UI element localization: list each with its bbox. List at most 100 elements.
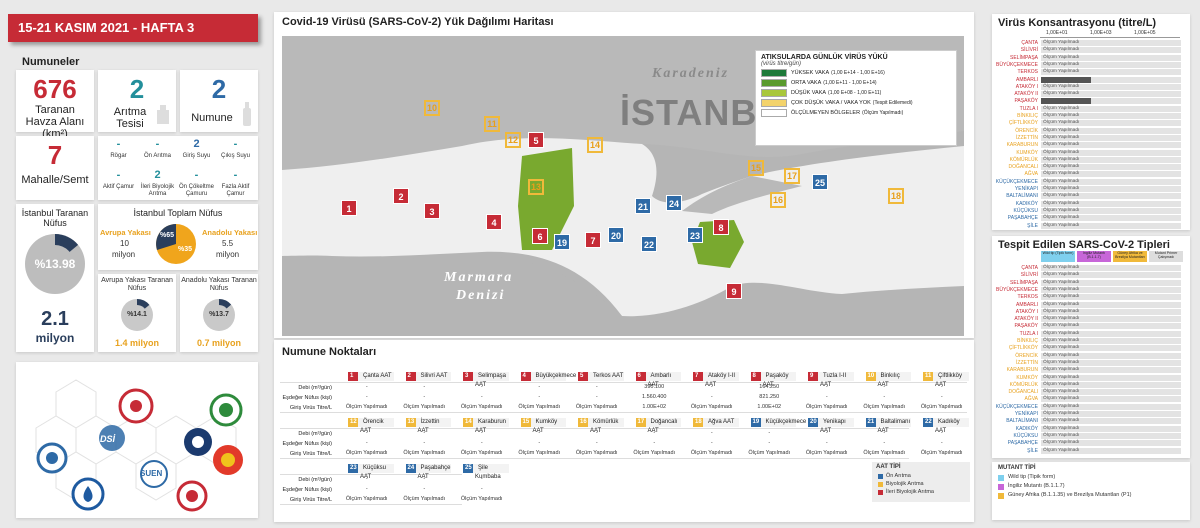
station-header[interactable]: 1 Çanta AAT [348,372,394,381]
aat-type-legend: AAT TİPİ Ön Arıtma Biyolojik Arıtma İleri … [872,462,970,502]
europe-scanned-card: Avrupa Yakası Taranan Nüfus %14.1 1.4 mi… [98,274,176,352]
marker-13[interactable]: 13 [528,179,544,195]
not-measured: Ölçüm Yapılmadı [1043,279,1080,285]
station-list-bar: Ölçüm Yapılmadı [1041,403,1181,410]
station-value: Ölçüm Yapılmadı [920,450,963,456]
marker-10[interactable]: 10 [424,100,440,116]
marker-3[interactable]: 3 [424,203,440,219]
marker-9[interactable]: 9 [726,283,742,299]
scanned-title: İstanbul Taranan Nüfus [21,208,89,228]
aat-swatch [878,474,883,479]
station-list-bar: Ölçüm Yapılmadı [1041,54,1181,61]
station-list-name: AMBARLI [1016,301,1038,308]
asia-scanned-value: 0.7 milyon [196,338,241,348]
station-list-bar: Ölçüm Yapılmadı [1041,294,1181,301]
marker-2[interactable]: 2 [393,188,409,204]
marker-16[interactable]: 16 [770,192,786,208]
station-value: - [538,440,541,446]
marker-15[interactable]: 15 [748,160,764,176]
station-list-bar: Ölçüm Yapılmadı [1041,164,1181,171]
station-value: Ölçüm Yapılmadı [575,404,618,410]
marker-18[interactable]: 18 [888,188,904,204]
marker-4[interactable]: 4 [486,214,502,230]
station-value: - [710,430,713,436]
marker-24[interactable]: 24 [666,195,682,211]
station-header[interactable]: 22 Kadıköy AAT [923,418,969,434]
station-header[interactable]: 17 Doğancalı AAT [635,418,681,434]
station-header[interactable]: 25 Şile Kumbaba [463,464,509,480]
conc-axis [1040,37,1180,38]
station-header[interactable]: 14 Karaburun AAT [463,418,509,434]
station-header[interactable]: 18 Ağva AAT [693,418,739,427]
station-header[interactable]: 2 Silivri AAT [405,372,451,381]
station-header[interactable]: 15 Kumköy AAT [520,418,566,434]
station-list-bar: Ölçüm Yapılmadı [1041,171,1181,178]
station-value: - [365,384,368,390]
not-measured: Ölçüm Yapılmadı [1043,432,1080,438]
station-list-bar: Ölçüm Yapılmadı [1041,193,1181,200]
marker-6[interactable]: 6 [532,228,548,244]
station-number: 16 [580,419,587,425]
station-header[interactable]: 16 Kömürlük AAT [578,418,624,434]
station-header[interactable]: 23 Küçüksu AAT [348,464,394,480]
europe-pct: %65 [160,232,175,239]
not-measured: Ölçüm Yapılmadı [1043,359,1080,365]
station-list-name: KÖMÜRLÜK [1009,156,1038,163]
station-value: - [480,440,483,446]
station-value: Ölçüm Yapılmadı [690,404,733,410]
europe-scanned-pct: %14.1 [127,311,147,318]
station-header[interactable]: 19 Küçükçekmece [750,418,806,427]
station-list-name: SELİMPAŞA [1010,279,1038,286]
station-header[interactable]: 20 Yenikapı AAT [808,418,854,434]
station-header[interactable]: 5 Terkos AAT [578,372,624,381]
station-value: 1.00E+02 [757,404,782,410]
station-list-bar: Ölçüm Yapılmadı [1041,265,1181,271]
station-header[interactable]: 24 Paşabahçe AAT [405,464,451,480]
marker-7[interactable]: 7 [585,232,601,248]
station-list-name: AĞVA [1024,171,1038,178]
marker-20[interactable]: 20 [608,227,624,243]
total-pie [156,224,196,264]
station-header[interactable]: 21 Baltalimanı AAT [865,418,911,434]
station-list-name: ÇANTA [1021,40,1038,46]
station-value: - [480,384,483,390]
marker-8[interactable]: 8 [713,219,729,235]
marker-21[interactable]: 21 [635,198,651,214]
mutant-title: MUTANT TİPİ [998,465,1036,471]
marker-19[interactable]: 19 [554,234,570,250]
station-header[interactable]: 6 Ambarlı AAT [635,372,681,388]
marker-12[interactable]: 12 [505,132,521,148]
station-header[interactable]: 13 İzzettin AAT [405,418,451,434]
marker-17[interactable]: 17 [784,168,800,184]
station-header[interactable]: 8 Paşaköy AAT [750,372,796,388]
station-value: Ölçüm Yapılmadı [460,450,503,456]
station-value: - [710,394,713,400]
station-header[interactable]: 11 Çiftlikköy AAT [923,372,969,388]
marker-23[interactable]: 23 [687,227,703,243]
station-list-bar: Ölçüm Yapılmadı [1041,338,1181,344]
station-header[interactable]: 10 Binkılıç AAT [865,372,911,388]
not-measured: Ölçüm Yapılmadı [1043,345,1080,351]
marker-22[interactable]: 22 [641,236,657,252]
marker-14[interactable]: 14 [587,137,603,153]
marker-25[interactable]: 25 [812,174,828,190]
not-measured: Ölçüm Yapılmadı [1043,294,1080,300]
legend-swatch [761,69,787,77]
marker-5[interactable]: 5 [528,132,544,148]
sea-south-2: Denizi [456,288,506,303]
station-number: 7 [695,373,699,379]
marker-1[interactable]: 1 [341,200,357,216]
station-header[interactable]: 4 Büyükçekmece [520,372,576,381]
station-header[interactable]: 3 Selimpaşa AAT [463,372,509,388]
station-number: 17 [637,419,645,425]
station-number: 13 [407,419,415,425]
conc-scale-label: 1,00E+03 [1090,30,1112,36]
area-card: 676 Taranan Havza Alanı (km²) [16,70,94,140]
station-value: - [595,430,598,436]
station-header[interactable]: 9 Tuzla I-II AAT [808,372,854,388]
station-header[interactable]: 12 Örencik AAT [348,418,394,434]
station-header[interactable]: 7 Ataköy I-II AAT [693,372,739,388]
marker-11[interactable]: 11 [484,116,500,132]
station-value: Ölçüm Yapılmadı [690,450,733,456]
suen-text: SUEN [140,469,163,478]
